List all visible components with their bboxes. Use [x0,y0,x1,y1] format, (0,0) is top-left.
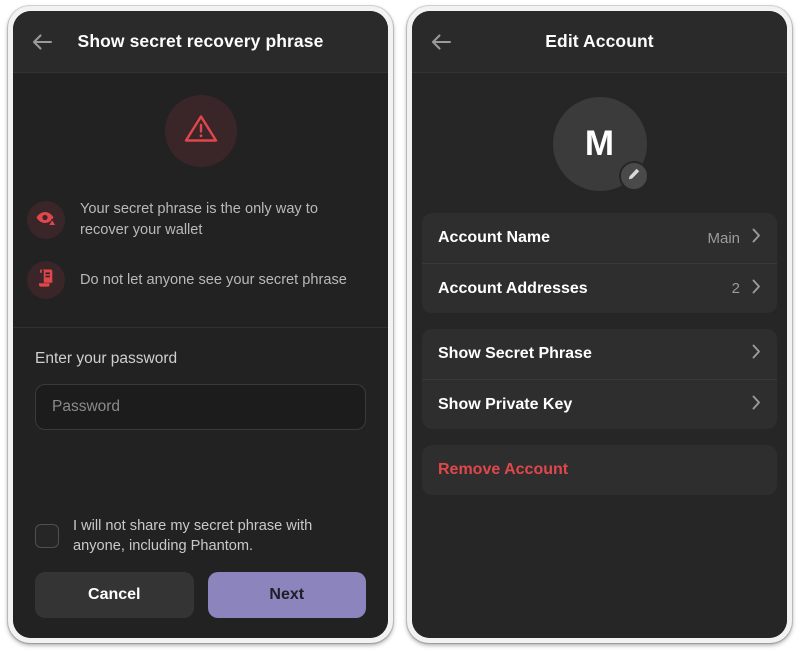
remove-account-card: Remove Account [422,445,777,495]
page-title: Edit Account [545,31,654,51]
bullet-do-not-share: Do not let anyone see your secret phrase [27,255,374,305]
warning-badge [164,95,237,167]
chevron-right-icon [752,228,761,248]
scroll-document-icon [37,268,56,293]
pencil-icon [627,167,641,186]
cancel-button[interactable]: Cancel [35,572,194,618]
row-label: Account Name [438,229,551,246]
screenshot-stage: Show secret recovery phrase Your secret … [0,0,800,653]
left-header-bar: Show secret recovery phrase [13,11,388,73]
avatar-letter: M [584,124,615,163]
eye-warning-icon-badge [27,201,65,239]
consent-row: I will not share my secret phrase with a… [35,508,366,572]
arrow-left-icon [31,33,53,51]
chevron-right-icon [752,395,761,415]
chevron-right-icon [752,344,761,364]
left-body: Your secret phrase is the only way to re… [13,73,388,638]
consent-checkbox[interactable] [35,524,59,548]
bullet-text: Do not let anyone see your secret phrase [80,271,347,288]
row-label: Show Private Key [438,395,573,413]
warning-section: Your secret phrase is the only way to re… [13,73,388,328]
right-header-bar: Edit Account [412,11,787,73]
arrow-left-icon [430,33,452,51]
bullet-recovery: Your secret phrase is the only way to re… [27,193,374,247]
warning-bullet-list: Your secret phrase is the only way to re… [13,193,388,305]
row-show-private-key[interactable]: Show Private Key [422,379,777,429]
account-info-card: Account Name Main Account Addresses 2 [422,213,777,313]
warning-triangle-icon [184,113,218,149]
row-label: Account Addresses [438,279,588,297]
row-label: Show Secret Phrase [438,345,592,362]
page-title: Show secret recovery phrase [77,31,324,51]
edit-avatar-button[interactable] [618,161,649,191]
row-value: 2 [731,280,740,297]
row-remove-account[interactable]: Remove Account [422,445,777,495]
bullet-text: Your secret phrase is the only way to re… [80,201,318,238]
back-button[interactable] [426,27,456,57]
action-button-row: Cancel Next [35,572,366,618]
password-input[interactable] [35,384,366,430]
back-button[interactable] [27,27,57,57]
password-section: Enter your password [13,328,388,508]
left-phone-frame: Show secret recovery phrase Your secret … [8,6,393,643]
right-phone-frame: Edit Account M Account Name Main Account… [407,6,792,643]
scroll-document-icon-badge [27,261,65,299]
avatar-section: M [422,73,777,213]
row-account-addresses[interactable]: Account Addresses 2 [422,263,777,313]
password-label: Enter your password [35,350,178,367]
left-footer: I will not share my secret phrase with a… [13,508,388,638]
show-recovery-phrase-screen: Show secret recovery phrase Your secret … [13,11,388,638]
consent-label: I will not share my secret phrase with a… [73,518,313,554]
avatar: M [552,97,649,191]
row-show-secret-phrase[interactable]: Show Secret Phrase [422,329,777,379]
security-card: Show Secret Phrase Show Private Key [422,329,777,429]
row-account-name[interactable]: Account Name Main [422,213,777,263]
row-value: Main [707,229,740,247]
row-label: Remove Account [438,461,569,478]
right-body: M Account Name Main Account Addresses 2 … [412,73,787,638]
edit-account-screen: Edit Account M Account Name Main Account… [412,11,787,638]
next-button[interactable]: Next [207,572,366,618]
eye-warning-icon [35,209,57,232]
chevron-right-icon [752,279,761,299]
